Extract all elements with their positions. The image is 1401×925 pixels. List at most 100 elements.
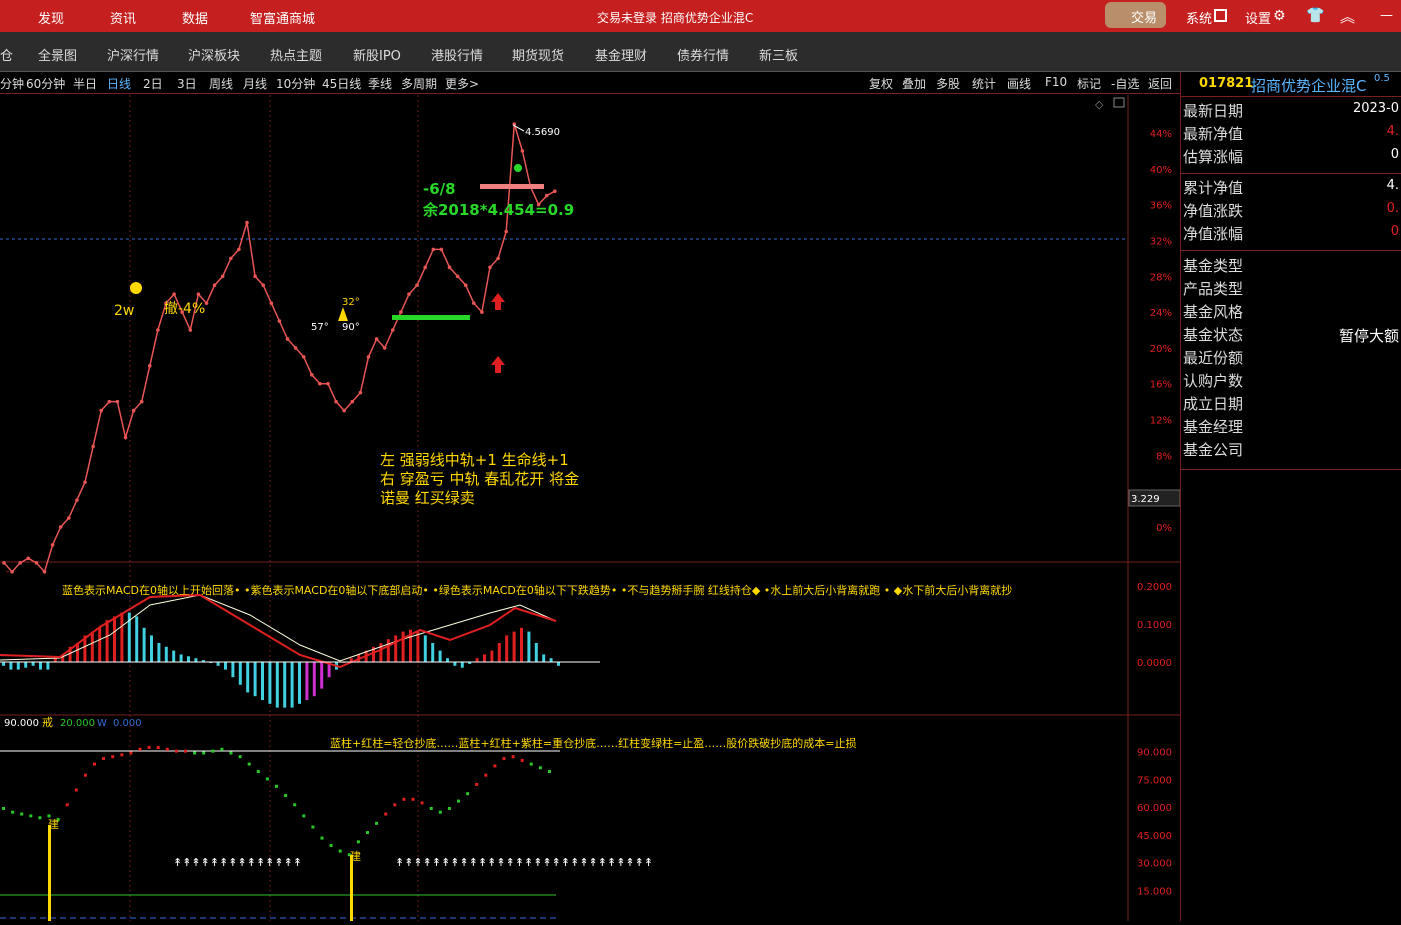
macd-bar [534, 643, 538, 662]
kdj-bar [2, 807, 5, 810]
y-tick-label: 24% [1150, 308, 1172, 319]
tool-item[interactable]: 标记 [1077, 75, 1101, 92]
macd-bar [164, 646, 168, 662]
nav2-item[interactable]: 港股行情 [431, 45, 483, 64]
fund-field-label: 认购户数 [1183, 372, 1244, 390]
tool-item[interactable]: 返回 [1148, 75, 1172, 92]
gear-icon[interactable]: ⚙ [1273, 8, 1286, 24]
shirt-icon[interactable]: 👕 [1306, 6, 1325, 24]
note-line-1: 左 强弱线中轨+1 生命线+1 [380, 451, 569, 469]
period-item[interactable]: 10分钟 [276, 75, 315, 92]
annotation-yu: 余2018*4.454=0.9 [422, 201, 574, 219]
macd-bar [483, 654, 486, 662]
nav2-item[interactable]: 新股IPO [353, 45, 401, 64]
period-item[interactable]: 多周期 [401, 75, 437, 92]
price-point [18, 561, 23, 565]
kdj-bar [366, 831, 369, 835]
kdj-bar [93, 762, 96, 766]
tool-item[interactable]: 叠加 [902, 75, 926, 92]
nav-data[interactable]: 数据 [182, 8, 208, 27]
kdj-bars [2, 745, 551, 857]
period-item[interactable]: 3日 [177, 75, 197, 92]
period-item[interactable]: 月线 [243, 75, 267, 92]
nav-discover[interactable]: 发现 [38, 8, 64, 27]
diamond-icon[interactable]: ◇ [1095, 98, 1104, 111]
fund-field-label: 基金类型 [1183, 257, 1244, 275]
kdj-bar [238, 755, 242, 759]
nav2-item[interactable]: 沪深行情 [107, 45, 159, 64]
y-axis-macd: 0.2000 0.1000 0.0000 [1137, 582, 1172, 669]
kdj-bar [102, 757, 106, 761]
kdj-bar [329, 844, 333, 847]
trade-button[interactable]: 交易 [1105, 2, 1166, 28]
system-menu[interactable]: 系统 [1186, 8, 1212, 27]
nav2-item[interactable]: 新三板 [759, 45, 798, 64]
window-icon[interactable] [1113, 97, 1125, 108]
nav-mall[interactable]: 智富通商城 [250, 8, 315, 27]
kdj-bar [229, 751, 233, 755]
kdj-bar [120, 753, 124, 757]
period-item[interactable]: 45日线 [322, 75, 361, 92]
period-item[interactable]: 60分钟 [26, 75, 65, 92]
macd-dash: - [6, 567, 9, 577]
y-tick-label: 20% [1150, 344, 1172, 355]
period-item[interactable]: 更多> [445, 75, 479, 92]
macd-bar [142, 627, 146, 662]
svg-text:↟↟↟↟↟↟↟↟↟↟↟↟↟↟: ↟↟↟↟↟↟↟↟↟↟↟↟↟↟ [173, 856, 302, 869]
price-point [115, 399, 120, 404]
settings-menu[interactable]: 设置 [1245, 8, 1271, 27]
kdj-bar [529, 762, 533, 766]
nav2-item[interactable]: 沪深板块 [188, 45, 240, 64]
period-item[interactable]: 分钟 [0, 75, 24, 92]
nav2-item[interactable]: 基金理财 [595, 45, 647, 64]
annotation-che: 撤-4% [164, 301, 205, 317]
nav2-item[interactable]: 热点主题 [270, 45, 322, 64]
price-point [2, 561, 6, 565]
kdj-bar [74, 788, 78, 792]
market-nav-bar: 仓 全景图 沪深行情 沪深板块 热点主题 新股IPO 港股行情 期货现货 基金理… [0, 32, 1401, 72]
collapse-icon[interactable]: ︽ [1340, 6, 1355, 27]
period-item[interactable]: 2日 [143, 75, 163, 92]
minimize-button[interactable]: — [1380, 8, 1393, 23]
nav2-item[interactable]: 全景图 [38, 45, 77, 64]
kdj-bar [466, 792, 470, 796]
macd-bar [460, 662, 464, 668]
kdj-bar [538, 766, 542, 770]
kdj-bar [356, 840, 360, 844]
kdj-bar [320, 836, 324, 840]
macd-bar [453, 662, 457, 666]
grid-icon[interactable] [1214, 9, 1227, 22]
period-item[interactable]: 周线 [209, 75, 233, 92]
macd-bar [16, 662, 20, 670]
nav2-item[interactable]: 期货现货 [512, 45, 564, 64]
y-tick-label: 8% [1156, 451, 1172, 462]
period-item[interactable]: 半日 [73, 75, 97, 92]
period-item-active[interactable]: 日线 [107, 75, 131, 92]
period-toolbar: 分钟 60分钟 半日 日线 2日 3日 周线 月线 10分钟 45日线 季线 多… [0, 72, 1180, 94]
yellow-triangle-marker [338, 307, 348, 321]
macd-bar [505, 635, 509, 662]
fund-field-value: 4. [1386, 178, 1399, 193]
kdj-bar [284, 794, 288, 798]
tool-item[interactable]: 复权 [869, 75, 893, 92]
price-point [455, 274, 460, 279]
tool-item[interactable]: F10 [1045, 75, 1067, 89]
macd-tick-label: 0.2000 [1137, 582, 1172, 593]
tool-item[interactable]: 多股 [936, 75, 960, 92]
macd-bar [253, 662, 257, 697]
high-label: 4.5690 [525, 127, 560, 138]
price-point [277, 319, 282, 323]
nav-news[interactable]: 资讯 [110, 8, 136, 27]
annotation-2w: 2w [114, 303, 134, 319]
nav2-item[interactable]: 仓 [0, 45, 13, 64]
price-point [83, 480, 87, 485]
period-item[interactable]: 季线 [368, 75, 392, 92]
chart-svg[interactable]: 44%40%36%32%28%24%20%16%12%8%0% 3.229 -6… [0, 95, 1181, 921]
nav2-item[interactable]: 债券行情 [677, 45, 729, 64]
macd-bar [46, 662, 50, 670]
tool-item[interactable]: -自选 [1111, 75, 1139, 92]
tool-item[interactable]: 统计 [972, 75, 996, 92]
tool-item[interactable]: 画线 [1007, 75, 1031, 92]
price-point [472, 301, 476, 305]
macd-bar [268, 662, 272, 704]
